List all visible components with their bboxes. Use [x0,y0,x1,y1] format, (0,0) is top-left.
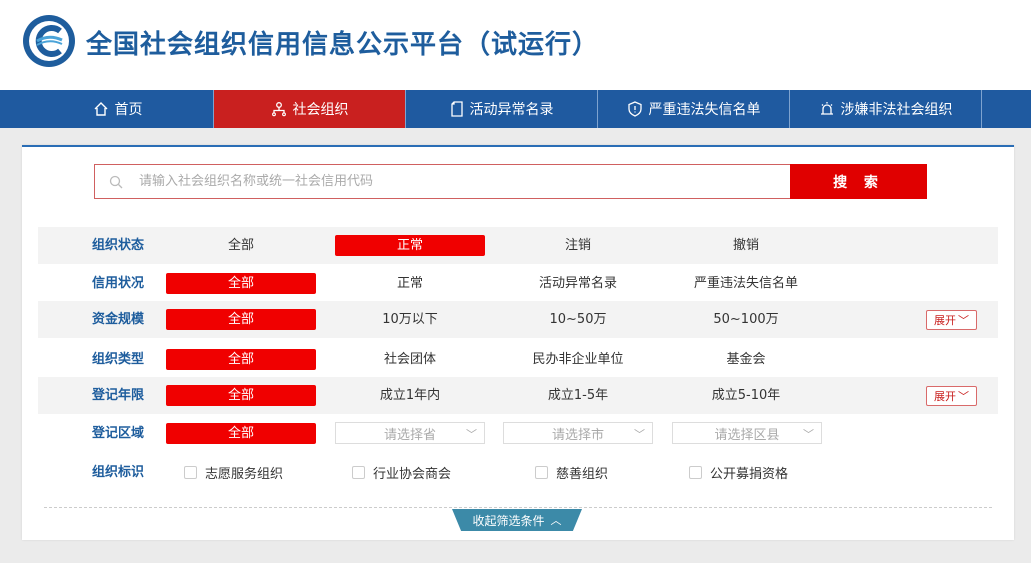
filter-label: 组织类型 [92,352,145,367]
filter-option[interactable]: 严重违法失信名单 [671,273,821,294]
chevron-down-icon: ﹀ [958,390,969,403]
filter-option[interactable]: 活动异常名录 [503,273,653,294]
filter-option-selected[interactable]: 全部 [166,385,316,406]
nav-item-label: 严重违法失信名单 [648,102,761,118]
filter-option[interactable]: 撤销 [671,235,821,256]
nav-item-abnormal-list[interactable]: 活动异常名录 [406,90,598,128]
chevron-down-icon: ﹀ [803,428,814,441]
checkbox[interactable] [184,466,197,479]
filter-row-region: 登记区域 全部 请选择省 ﹀ 请选择市 ﹀ 请选择区县 ﹀ [38,415,998,452]
checkbox-label: 志愿服务组织 [205,467,284,482]
alarm-icon [820,102,833,115]
main-nav: 首页 社会组织 活动异常名录 严重违法失信名单 涉嫌非法社会组织 [0,90,1031,128]
home-icon [94,102,107,116]
filter-label: 组织标识 [92,465,145,480]
tag-checkbox-volunteer[interactable]: 志愿服务组织 [184,454,283,491]
nav-item-social-org[interactable]: 社会组织 [214,90,406,128]
chevron-down-icon: ﹀ [958,314,969,327]
filter-option[interactable]: 10~50万 [503,309,653,330]
filter-option-selected[interactable]: 全部 [166,423,316,444]
tag-checkbox-charity[interactable]: 慈善组织 [535,454,608,491]
filter-panel: 搜 索 组织状态 全部 正常 注销 撤销 信用状况 全部 正常 活动异常名录 严… [22,145,1014,540]
divider [44,507,992,508]
filter-label: 登记区域 [92,426,145,441]
filter-option[interactable]: 成立5-10年 [671,385,821,406]
collapse-filters-button[interactable]: 收起筛选条件 ︿ [452,509,582,531]
expand-button[interactable]: 展开 ﹀ [926,310,977,330]
nav-item-label: 涉嫌非法社会组织 [840,102,953,118]
checkbox[interactable] [352,466,365,479]
site-logo[interactable] [22,14,76,68]
filter-option[interactable]: 基金会 [671,349,821,370]
search-box [94,164,791,199]
expand-label: 展开 [934,314,956,327]
filter-label: 组织状态 [92,238,145,253]
filter-option-selected[interactable]: 全部 [166,309,316,330]
filter-option-selected[interactable]: 正常 [335,235,485,256]
nav-item-label: 活动异常名录 [469,102,554,118]
shield-icon [627,101,642,117]
checkbox-label: 公开募捐资格 [710,467,789,482]
city-placeholder: 请选择市 [551,427,604,443]
nav-item-label: 社会组织 [292,102,349,118]
province-select[interactable]: 请选择省 ﹀ [335,422,485,444]
nav-item-blacklist[interactable]: 严重违法失信名单 [598,90,790,128]
filter-option[interactable]: 社会团体 [335,349,485,370]
nav-item-label: 首页 [114,102,143,118]
filter-option[interactable]: 民办非企业单位 [503,349,653,370]
county-select[interactable]: 请选择区县 ﹀ [672,422,822,444]
filter-option-selected[interactable]: 全部 [166,349,316,370]
checkbox[interactable] [689,466,702,479]
filter-option[interactable]: 注销 [503,235,653,256]
search-input[interactable] [139,165,779,198]
nav-item-illegal-org[interactable]: 涉嫌非法社会组织 [790,90,982,128]
filter-row-years: 登记年限 全部 成立1年内 成立1-5年 成立5-10年 展开 ﹀ [38,377,998,414]
search-icon [109,175,123,189]
filter-row-type: 组织类型 全部 社会团体 民办非企业单位 基金会 [38,341,998,378]
site-header: 全国社会组织信用信息公示平台（试运行） [0,0,1031,90]
filter-row-status: 组织状态 全部 正常 注销 撤销 [38,227,998,264]
filter-row-tags: 组织标识 志愿服务组织 行业协会商会 慈善组织 公开募捐资格 [38,454,998,491]
filter-option[interactable]: 成立1-5年 [503,385,653,406]
expand-button[interactable]: 展开 ﹀ [926,386,977,406]
filter-option[interactable]: 正常 [335,273,485,294]
expand-label: 展开 [934,390,956,403]
filter-label: 登记年限 [92,388,145,403]
checkbox-label: 行业协会商会 [373,467,452,482]
filter-label: 资金规模 [92,312,145,327]
nav-item-home[interactable]: 首页 [22,90,214,128]
city-select[interactable]: 请选择市 ﹀ [503,422,653,444]
province-placeholder: 请选择省 [383,427,436,443]
filter-label: 信用状况 [92,276,145,291]
chevron-down-icon: ﹀ [634,428,645,441]
org-icon [271,102,286,117]
chevron-down-icon: ﹀ [466,428,477,441]
collapse-label: 收起筛选条件 [472,513,545,528]
filter-row-capital: 资金规模 全部 10万以下 10~50万 50~100万 展开 ﹀ [38,301,998,338]
filter-option-selected[interactable]: 全部 [166,273,316,294]
search-button[interactable]: 搜 索 [790,164,927,199]
checkbox[interactable] [535,466,548,479]
site-title: 全国社会组织信用信息公示平台（试运行） [86,30,600,60]
document-icon [450,101,463,117]
filter-option[interactable]: 成立1年内 [335,385,485,406]
tag-checkbox-fundraising[interactable]: 公开募捐资格 [689,454,788,491]
filter-option[interactable]: 10万以下 [335,309,485,330]
county-placeholder: 请选择区县 [714,427,780,443]
tag-checkbox-association[interactable]: 行业协会商会 [352,454,451,491]
filter-row-credit: 信用状况 全部 正常 活动异常名录 严重违法失信名单 [38,265,998,302]
filter-option[interactable]: 50~100万 [671,309,821,330]
filter-option[interactable]: 全部 [166,235,316,256]
checkbox-label: 慈善组织 [556,467,609,482]
chevron-up-icon: ︿ [550,514,562,527]
